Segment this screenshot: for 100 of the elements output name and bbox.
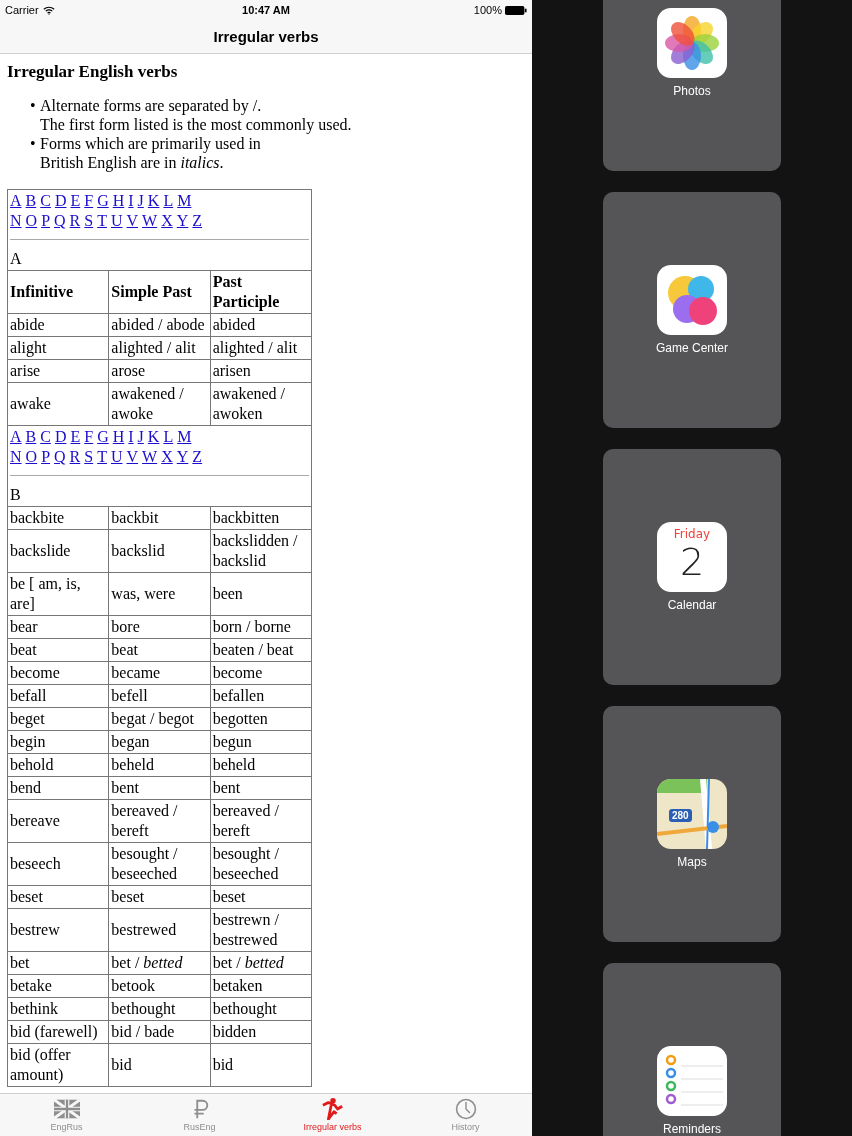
table-cell: became xyxy=(108,661,211,685)
letter-link[interactable]: G xyxy=(97,427,109,447)
letter-link[interactable]: F xyxy=(84,191,94,211)
table-cell: awakened / awoken xyxy=(210,382,312,426)
table-cell: bent xyxy=(210,776,312,800)
flower-icon xyxy=(657,8,727,78)
table-cell: become xyxy=(210,661,312,685)
letter-link[interactable]: S xyxy=(84,447,94,467)
table-cell: backbitten xyxy=(210,506,312,530)
table-cell: been xyxy=(210,572,312,616)
table-cell: bid (offer amount) xyxy=(7,1043,109,1087)
bullet-marker: • xyxy=(30,134,37,154)
letter-link[interactable]: L xyxy=(163,191,174,211)
app-card[interactable]: Photos xyxy=(603,0,781,171)
letter-link[interactable]: B xyxy=(25,427,37,447)
app-card[interactable]: 280 Maps xyxy=(603,706,781,942)
letter-link[interactable]: C xyxy=(40,191,51,211)
letter-link[interactable]: H xyxy=(112,427,125,447)
article-heading: Irregular English verbs xyxy=(7,62,179,82)
table-cell: abided / abode xyxy=(108,313,211,337)
table-cell: awakened / awoke xyxy=(108,382,211,426)
letter-link[interactable]: I xyxy=(128,191,134,211)
app-label: Calendar xyxy=(667,598,717,612)
bullet-text: The first form listed is the most commonly used. xyxy=(40,115,352,134)
app-label: Game Center xyxy=(656,341,728,355)
letter-link[interactable]: X xyxy=(161,211,173,231)
table-cell: bet xyxy=(7,951,109,975)
letter-link[interactable]: D xyxy=(54,191,67,211)
app-card[interactable]: Reminders xyxy=(603,963,781,1136)
letter-link[interactable]: K xyxy=(147,191,160,211)
letter-link[interactable]: L xyxy=(163,427,174,447)
table-cell: alight xyxy=(7,336,109,360)
table-cell: bethought xyxy=(108,997,211,1021)
app-label: Photos xyxy=(673,84,711,98)
table-cell: begotten xyxy=(210,707,312,731)
letter-link[interactable]: S xyxy=(84,211,94,231)
letter-link[interactable]: C xyxy=(40,427,51,447)
letter-link[interactable]: R xyxy=(69,211,81,231)
letter-link[interactable]: J xyxy=(137,427,144,447)
letter-link[interactable]: P xyxy=(41,447,51,467)
letter-link[interactable]: B xyxy=(25,191,37,211)
table-cell: bid xyxy=(108,1043,211,1087)
letter-link[interactable]: K xyxy=(147,427,160,447)
letter-link[interactable]: I xyxy=(128,427,134,447)
table-cell: born / borne xyxy=(210,615,312,639)
letter-link[interactable]: A xyxy=(10,191,22,211)
letter-link[interactable]: J xyxy=(137,191,144,211)
letter-link[interactable]: M xyxy=(177,191,192,211)
letter-link[interactable]: Q xyxy=(54,447,66,467)
letter-link[interactable]: N xyxy=(10,211,22,231)
table-cell: beat xyxy=(108,638,211,662)
letter-link[interactable]: H xyxy=(112,191,125,211)
letter-link[interactable]: Y xyxy=(176,447,189,467)
table-cell: become xyxy=(7,661,109,685)
app-card[interactable]: Game Center xyxy=(603,192,781,428)
letter-link[interactable]: D xyxy=(54,427,67,447)
letter-link[interactable]: R xyxy=(69,447,81,467)
letter-link[interactable]: O xyxy=(25,447,38,467)
letter-link[interactable]: A xyxy=(10,427,22,447)
letter-link[interactable]: Q xyxy=(54,211,66,231)
app-card[interactable]: Friday 2 Calendar xyxy=(603,449,781,685)
table-cell: backslide xyxy=(7,529,109,573)
letter-link[interactable]: F xyxy=(84,427,94,447)
bullet-marker: • xyxy=(30,96,37,116)
letter-link[interactable]: T xyxy=(97,447,107,467)
tab[interactable]: Irregular verbs xyxy=(266,1094,399,1136)
bubbles-icon xyxy=(657,265,727,335)
letter-link[interactable]: V xyxy=(126,211,139,231)
wifi-icon xyxy=(42,5,55,15)
letter-link[interactable]: G xyxy=(97,191,109,211)
table-cell: beheld xyxy=(210,753,312,777)
letter-link[interactable]: W xyxy=(142,447,158,467)
table-cell: bereave xyxy=(7,799,109,843)
letter-link[interactable]: M xyxy=(177,427,192,447)
table-cell: bidden xyxy=(210,1020,312,1044)
letter-link[interactable]: N xyxy=(10,447,22,467)
table-cell: beaten / beat xyxy=(210,638,312,662)
letter-link[interactable]: P xyxy=(41,211,51,231)
bullet-text: Forms which are primarily used in xyxy=(40,134,261,153)
letter-link[interactable]: W xyxy=(142,211,158,231)
letter-link[interactable]: T xyxy=(97,211,107,231)
table-cell: bend xyxy=(7,776,109,800)
table-cell: beset xyxy=(210,885,312,909)
table-cell: begun xyxy=(210,730,312,754)
table-cell: awake xyxy=(7,382,109,426)
table-cell: bear xyxy=(7,615,109,639)
letter-link[interactable]: X xyxy=(161,447,173,467)
letter-link[interactable]: E xyxy=(70,427,81,447)
letter-link[interactable]: U xyxy=(110,211,123,231)
letter-link[interactable]: V xyxy=(126,447,139,467)
table-cell: betaken xyxy=(210,974,312,998)
letter-link[interactable]: Z xyxy=(192,211,203,231)
battery-percentage: 100% xyxy=(473,4,502,16)
letter-link[interactable]: E xyxy=(70,191,81,211)
app-label: Maps xyxy=(677,855,707,869)
table-cell: bet / betted xyxy=(210,951,312,975)
letter-link[interactable]: Z xyxy=(192,447,203,467)
letter-link[interactable]: Y xyxy=(176,211,189,231)
letter-link[interactable]: U xyxy=(110,447,123,467)
letter-link[interactable]: O xyxy=(25,211,38,231)
